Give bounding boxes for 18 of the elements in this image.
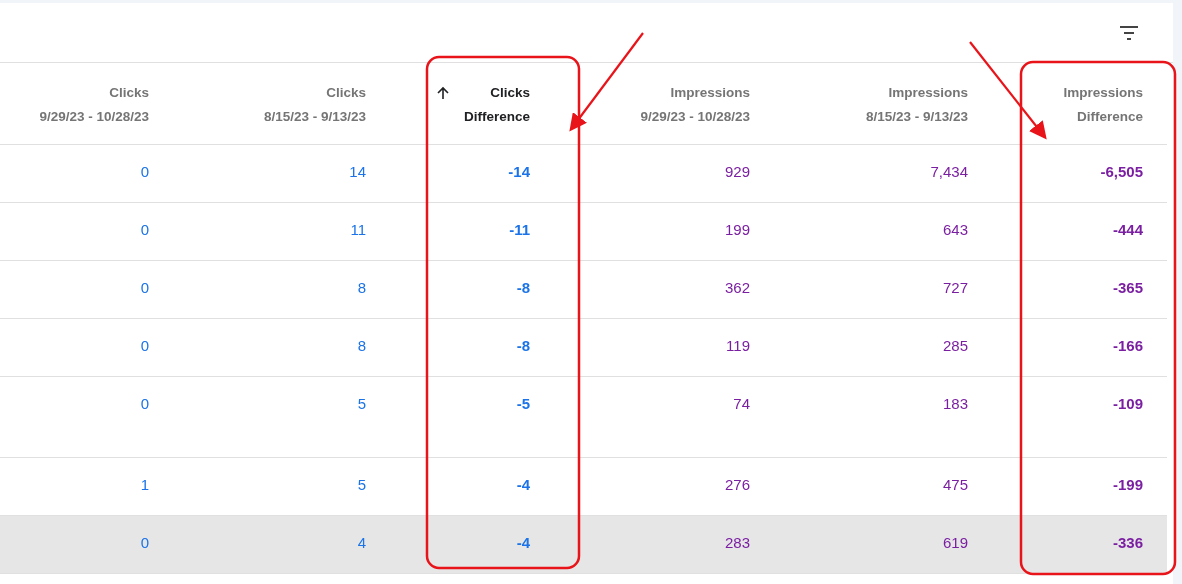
column-title: Clicks <box>325 84 366 102</box>
column-subtitle: Difference <box>463 108 530 126</box>
column-title: Clicks <box>108 84 149 102</box>
column-title: Impressions <box>887 84 968 102</box>
table-cell: 283 <box>554 516 774 574</box>
table-cell: 0 <box>0 516 173 574</box>
table-cell: -336 <box>992 516 1167 574</box>
table-cell: -4 <box>390 516 554 574</box>
column-title: Impressions <box>1063 84 1143 102</box>
column-subtitle: 8/15/23 - 9/13/23 <box>865 108 968 126</box>
column-subtitle: 9/29/23 - 10/28/23 <box>39 108 149 126</box>
column-subtitle: 9/29/23 - 10/28/23 <box>640 108 750 126</box>
table-cell: 4 <box>173 516 390 574</box>
column-title: Impressions <box>669 84 750 102</box>
column-subtitle: 8/15/23 - 9/13/23 <box>263 108 366 126</box>
column-title: Clicks <box>489 84 530 102</box>
column-subtitle: Difference <box>1075 108 1143 126</box>
table-cell: 619 <box>774 516 992 574</box>
